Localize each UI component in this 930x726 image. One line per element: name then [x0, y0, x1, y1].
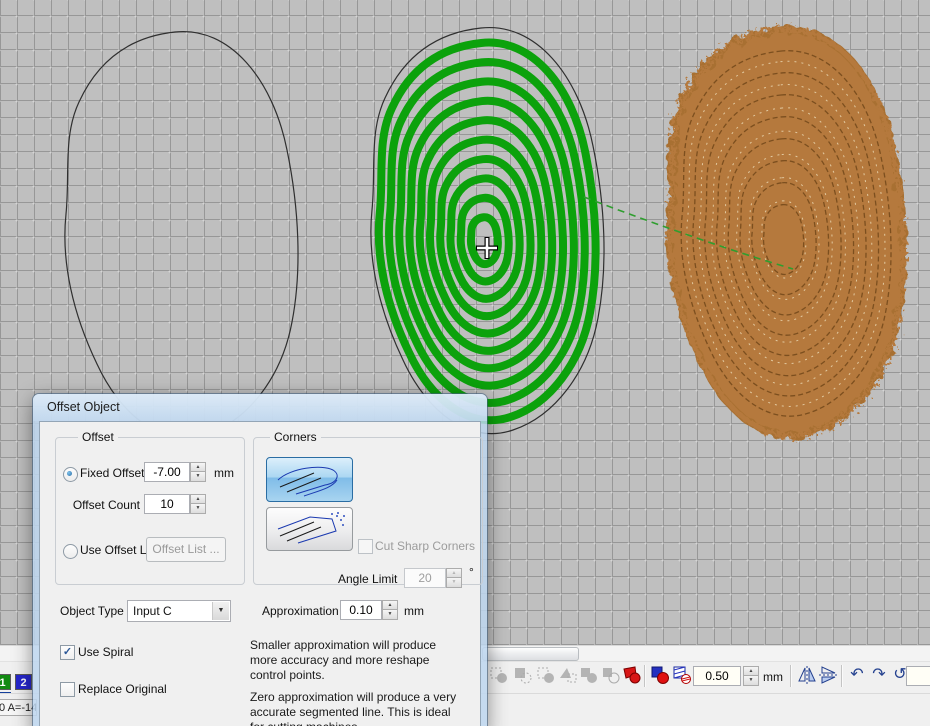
approximation-note-2: Zero approximation will produce a very a…: [250, 690, 466, 726]
use-spiral-checkbox[interactable]: ✓: [60, 645, 75, 660]
status-readout: 0 A=-14: [0, 699, 37, 716]
angle-limit-label: Angle Limit: [338, 572, 397, 586]
palette-color-1[interactable]: 1: [0, 674, 11, 690]
corners-group: Corners Cut Sharp Corne: [253, 437, 483, 585]
object-type-dropdown[interactable]: Input C ▼: [127, 600, 231, 622]
offset-group-label: Offset: [78, 430, 118, 444]
hatched-square-red-circle-icon[interactable]: [671, 664, 693, 686]
sharp-corner-button[interactable]: [266, 507, 353, 551]
rotate-right-icon[interactable]: ↷: [868, 664, 890, 686]
fixed-offset-unit: mm: [214, 466, 234, 480]
stitch-length-stepper[interactable]: ▲ ▼: [743, 666, 759, 686]
stitch-length-input[interactable]: [693, 666, 741, 686]
replace-original-label: Replace Original: [78, 682, 167, 696]
rotate-angle-input[interactable]: [906, 666, 930, 686]
corners-group-label: Corners: [270, 430, 321, 444]
step-down-button[interactable]: ▼: [190, 472, 206, 482]
rounded-corner-button[interactable]: [266, 457, 353, 502]
angle-limit-stepper[interactable]: ▲▼: [446, 568, 462, 588]
stitch-length-unit: mm: [763, 670, 783, 684]
mirror-vertical-icon[interactable]: [817, 664, 839, 686]
approximation-note-1: Smaller approximation will produce more …: [250, 638, 466, 683]
angle-limit-unit: °: [469, 565, 474, 579]
offset-count-stepper[interactable]: ▲▼: [190, 494, 206, 514]
use-spiral-label: Use Spiral: [78, 645, 133, 659]
scrollbar-thumb[interactable]: [482, 647, 579, 661]
step-down-button[interactable]: ▼: [382, 610, 398, 620]
gray-shapes-icon-5[interactable]: [578, 664, 600, 686]
offset-group: Offset Fixed Offset ▲▼ mm Offset Count ▲…: [55, 437, 245, 585]
replace-original-checkbox[interactable]: [60, 682, 75, 697]
object-type-value: Input C: [133, 604, 172, 618]
offset-list-button[interactable]: Offset List ...: [146, 537, 226, 562]
offset-object-dialog: Offset Object Offset Fixed Offset ▲▼ mm …: [33, 394, 487, 726]
rounded-corner-icon: [274, 463, 346, 497]
outline-object[interactable]: [65, 32, 298, 438]
gray-shapes-icon-6[interactable]: [600, 664, 622, 686]
palette-color-2[interactable]: 2: [15, 674, 32, 690]
rotate-left-icon[interactable]: ↶: [846, 664, 868, 686]
fixed-offset-label: Fixed Offset: [80, 466, 144, 480]
application-window: 1 2: [0, 0, 930, 726]
approximation-stepper[interactable]: ▲▼: [382, 600, 398, 620]
stitched-object[interactable]: [670, 30, 903, 436]
step-up-button[interactable]: ▲: [446, 568, 462, 578]
step-up-button[interactable]: ▲: [743, 666, 759, 676]
step-up-button[interactable]: ▲: [190, 462, 206, 472]
step-down-button[interactable]: ▼: [743, 676, 759, 686]
cut-sharp-corners-label: Cut Sharp Corners: [375, 539, 475, 553]
step-down-button[interactable]: ▼: [446, 578, 462, 588]
dialog-title: Offset Object: [47, 400, 120, 414]
fixed-offset-stepper[interactable]: ▲▼: [190, 462, 206, 482]
red-shape-circle-icon[interactable]: [621, 664, 643, 686]
mirror-horizontal-icon[interactable]: [796, 664, 818, 686]
gray-shapes-icon-3[interactable]: [535, 664, 557, 686]
chevron-down-icon[interactable]: ▼: [212, 602, 229, 620]
use-offset-list-radio[interactable]: [63, 544, 78, 559]
dialog-titlebar[interactable]: Offset Object: [33, 394, 487, 421]
blue-square-red-circle-icon[interactable]: [649, 664, 671, 686]
toolbar-separator: [644, 665, 646, 687]
step-up-button[interactable]: ▲: [190, 494, 206, 504]
fixed-offset-radio[interactable]: [63, 467, 78, 482]
step-down-button[interactable]: ▼: [190, 504, 206, 514]
toolbar-separator: [841, 665, 843, 687]
angle-limit-input[interactable]: [404, 568, 446, 588]
approximation-input[interactable]: [340, 600, 382, 620]
dialog-body: Offset Fixed Offset ▲▼ mm Offset Count ▲…: [39, 421, 481, 726]
step-up-button[interactable]: ▲: [382, 600, 398, 610]
approximation-label: Approximation: [262, 604, 339, 618]
toolbar-separator: [790, 665, 792, 687]
gray-shapes-icon-4[interactable]: [557, 664, 579, 686]
offset-count-input[interactable]: [144, 494, 190, 514]
gray-shapes-icon-1[interactable]: [488, 664, 510, 686]
spiral-offset-object[interactable]: [371, 28, 604, 434]
offset-count-label: Offset Count: [60, 498, 140, 512]
cut-sharp-corners-checkbox[interactable]: [358, 539, 373, 554]
object-type-label: Object Type: [60, 604, 124, 618]
approximation-unit: mm: [404, 604, 424, 618]
sharp-corner-icon: [274, 512, 346, 546]
fixed-offset-input[interactable]: [144, 462, 190, 482]
gray-shapes-icon-2[interactable]: [512, 664, 534, 686]
